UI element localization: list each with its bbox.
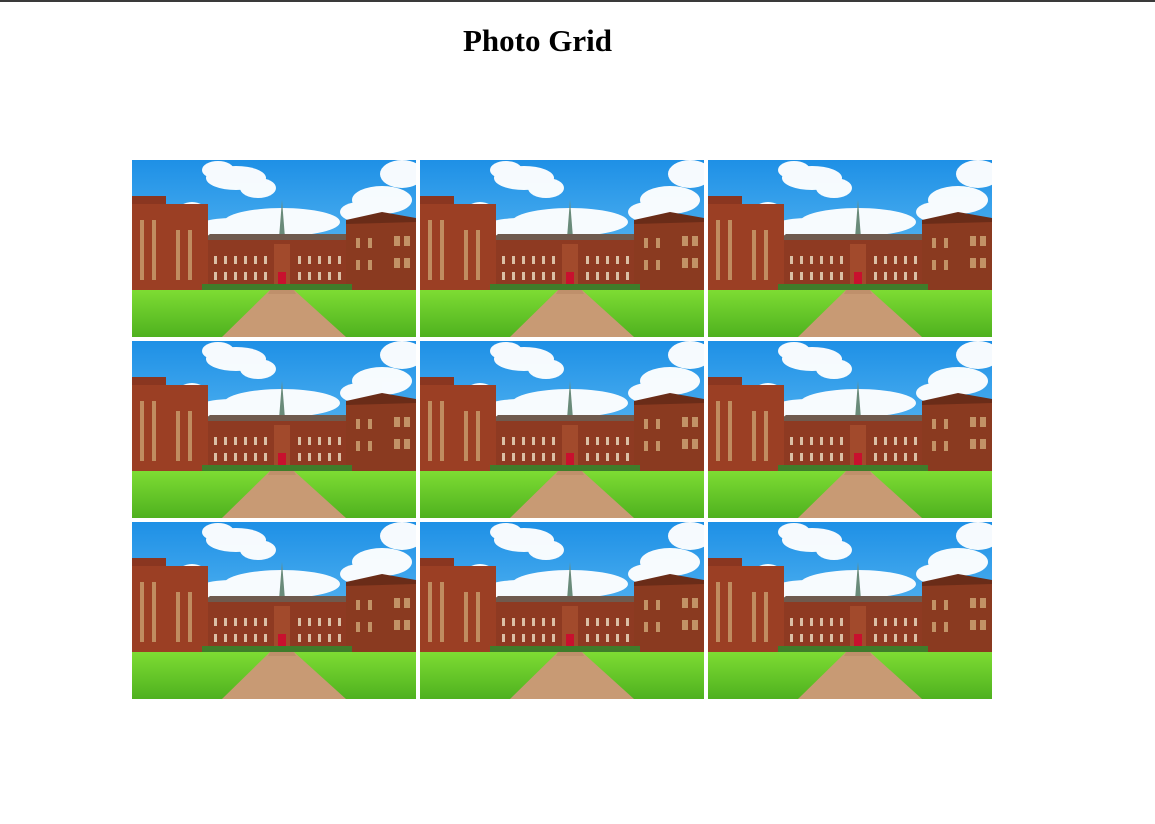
page-title: Photo Grid <box>463 23 612 58</box>
grid-photo <box>708 522 992 699</box>
grid-photo <box>420 341 704 518</box>
grid-photo <box>420 160 704 337</box>
top-border <box>0 0 1155 2</box>
grid-photo <box>132 522 416 699</box>
grid-photo <box>132 341 416 518</box>
grid-photo <box>132 160 416 337</box>
photo-grid <box>132 160 992 699</box>
grid-photo <box>708 160 992 337</box>
grid-photo <box>708 341 992 518</box>
grid-photo <box>420 522 704 699</box>
